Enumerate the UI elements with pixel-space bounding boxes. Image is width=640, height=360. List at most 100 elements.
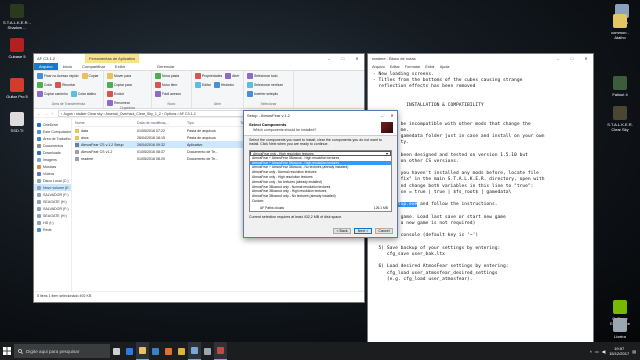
nav-item[interactable]: Downloads xyxy=(34,149,71,156)
back-button[interactable]: < Back xyxy=(333,228,351,234)
file-name: docs xyxy=(81,135,89,140)
desktop-icon[interactable]: common - Atalho xyxy=(606,14,634,40)
close-button[interactable]: ✕ xyxy=(579,56,593,61)
taskbar-firefox[interactable] xyxy=(162,342,175,360)
ribbon-button[interactable]: Colar atalho xyxy=(70,91,96,97)
nav-item[interactable]: SEAGATE (H:) xyxy=(34,198,71,205)
tab-manage[interactable]: Gerenciar xyxy=(152,63,180,70)
minimize-button[interactable]: – xyxy=(377,113,387,118)
ribbon-button[interactable]: Copiar para xyxy=(107,82,132,88)
drive-icon xyxy=(37,220,41,225)
maximize-button[interactable]: □ xyxy=(336,56,350,61)
nav-item[interactable]: Novo volume (E: xyxy=(34,184,71,191)
taskbar-notepad[interactable] xyxy=(188,342,201,360)
tab-home[interactable]: Início xyxy=(58,63,78,70)
nav-item[interactable]: SALVADOR (F:) xyxy=(34,191,71,198)
network-icon[interactable]: ▭ xyxy=(595,349,599,354)
notifications-icon[interactable]: ▤ xyxy=(632,349,636,354)
forward-arrow-icon[interactable]: → xyxy=(44,111,49,116)
ribbon-button[interactable]: Fácil acesso xyxy=(155,91,181,97)
component-row[interactable]: AF Paths clouds 126.1 MB xyxy=(250,206,391,211)
desktop-icon[interactable]: SSD.TI xyxy=(3,112,31,133)
ribbon-button[interactable]: Copiar caminho xyxy=(37,91,68,97)
nav-item[interactable]: Vídeos xyxy=(34,170,71,177)
cancel-button[interactable]: Cancel xyxy=(375,228,393,234)
taskbar-task-view[interactable] xyxy=(110,342,123,360)
desktop-icon[interactable]: Fallout 4 xyxy=(606,76,634,97)
tab-view[interactable]: Exibir xyxy=(110,63,130,70)
ribbon-button[interactable]: Editar xyxy=(195,82,211,88)
ribbon-button[interactable]: Novo item xyxy=(155,82,177,88)
desktop-icon[interactable]: S.T.A.L.K.E.R. Clear Sky xyxy=(606,106,634,132)
nav-item[interactable]: Músicas xyxy=(34,163,71,170)
maximize-button[interactable]: □ xyxy=(565,56,579,61)
up-arrow-icon[interactable]: ↑ xyxy=(51,111,56,116)
ribbon-button[interactable]: Histórico xyxy=(213,82,234,88)
ribbon-button[interactable]: Selecionar tudo xyxy=(247,73,278,79)
nav-item[interactable]: OneDrive xyxy=(34,121,71,128)
nav-item[interactable]: HD (I:) xyxy=(34,219,71,226)
nav-item[interactable]: Área de Trabalho xyxy=(34,135,71,142)
menu-item[interactable]: Exibir xyxy=(425,65,435,69)
desktop-icon[interactable]: Lixeira xyxy=(606,318,634,339)
back-arrow-icon[interactable]: ← xyxy=(37,111,42,116)
drive-icon xyxy=(37,171,41,176)
volume-icon[interactable]: ◀) xyxy=(602,349,606,354)
minimize-button[interactable]: – xyxy=(322,56,336,61)
ribbon-button[interactable]: Mover para xyxy=(107,73,131,79)
taskbar-setup[interactable] xyxy=(214,342,227,360)
desktop-icon[interactable]: S.T.A.L.K.E.R. - Shadow ... xyxy=(3,4,31,30)
taskbar-search[interactable]: Digite aqui para pesquisar xyxy=(14,344,110,358)
ribbon-button[interactable]: Colar xyxy=(37,82,52,88)
ribbon-button[interactable]: Nova pasta xyxy=(155,73,179,79)
close-button[interactable]: ✕ xyxy=(387,113,397,118)
components-list[interactable]: AtmosFear only - High resolution texture… xyxy=(249,150,392,212)
menu-item[interactable]: Arquivo xyxy=(372,65,385,69)
notepad-text-area[interactable]: - New loading screens. - Titles from the … xyxy=(368,70,593,346)
ribbon-button[interactable]: Selecionar nenhum xyxy=(247,82,283,88)
nav-item[interactable]: Documentos xyxy=(34,142,71,149)
ribbon-group-items: Propriedades Abrir Editar Histórico xyxy=(195,73,240,88)
nav-item[interactable]: Imagens xyxy=(34,156,71,163)
tab-share[interactable]: Compartilhar xyxy=(77,63,110,70)
tab-file[interactable]: Arquivo xyxy=(34,63,58,70)
context-tab-label[interactable]: Ferramentas de Aplicativo xyxy=(85,54,140,63)
taskbar-chrome[interactable] xyxy=(175,342,188,360)
nav-item[interactable]: Este Computador xyxy=(34,128,71,135)
clock[interactable]: 19:57 15/12/2017 xyxy=(609,346,629,356)
ribbon-button[interactable]: Copiar xyxy=(81,73,99,79)
ribbon-button[interactable]: Inverter seleção xyxy=(247,91,278,97)
menu-item[interactable]: Ajuda xyxy=(440,65,450,69)
desktop-icon[interactable]: Guitar Pro 5 xyxy=(3,78,31,99)
ribbon-button[interactable]: Fixar no Acesso rápido xyxy=(37,73,79,79)
taskbar-file-explorer[interactable] xyxy=(136,342,149,360)
taskbar-store[interactable] xyxy=(149,342,162,360)
taskbar-edge[interactable] xyxy=(123,342,136,360)
column-name[interactable]: Nome xyxy=(75,121,137,125)
ribbon-button-label: Mover para xyxy=(114,74,132,78)
next-button[interactable]: Next > xyxy=(354,228,372,234)
ribbon-button[interactable]: Excluir xyxy=(107,91,124,97)
chevron-up-icon[interactable]: ˄ xyxy=(590,349,592,354)
minimize-button[interactable]: – xyxy=(551,56,565,61)
column-type[interactable]: Tipo xyxy=(187,121,231,125)
nav-item[interactable]: Rede xyxy=(34,226,71,233)
column-date[interactable]: Data de modificaç... xyxy=(137,121,187,125)
nav-item[interactable]: SEAGATE (H:) xyxy=(34,212,71,219)
ribbon-button[interactable]: Recortar xyxy=(55,82,75,88)
taskbar-steam[interactable] xyxy=(201,342,214,360)
nav-item[interactable]: SALVADOR (F:) xyxy=(34,205,71,212)
nav-item-label: OneDrive xyxy=(43,122,59,127)
navigation-pane: OneDrive Este Computador Área de Trabalho D… xyxy=(34,118,72,291)
close-button[interactable]: ✕ xyxy=(350,56,364,61)
menu-item[interactable]: Formatar xyxy=(405,65,420,69)
setup-heading: Select Components xyxy=(249,122,287,127)
desktop-icon[interactable]: Cubase 5 xyxy=(3,38,31,59)
component-type-select[interactable]: AtmosFear only - High resolution texture… xyxy=(250,151,391,156)
ribbon-button[interactable]: Abrir xyxy=(225,73,239,79)
component-option[interactable]: Custom xyxy=(250,199,391,204)
nav-item[interactable]: Disco Local (C:) xyxy=(34,177,71,184)
ribbon-button[interactable]: Propriedades xyxy=(195,73,222,79)
start-button[interactable] xyxy=(0,342,14,360)
menu-item[interactable]: Editar xyxy=(390,65,400,69)
